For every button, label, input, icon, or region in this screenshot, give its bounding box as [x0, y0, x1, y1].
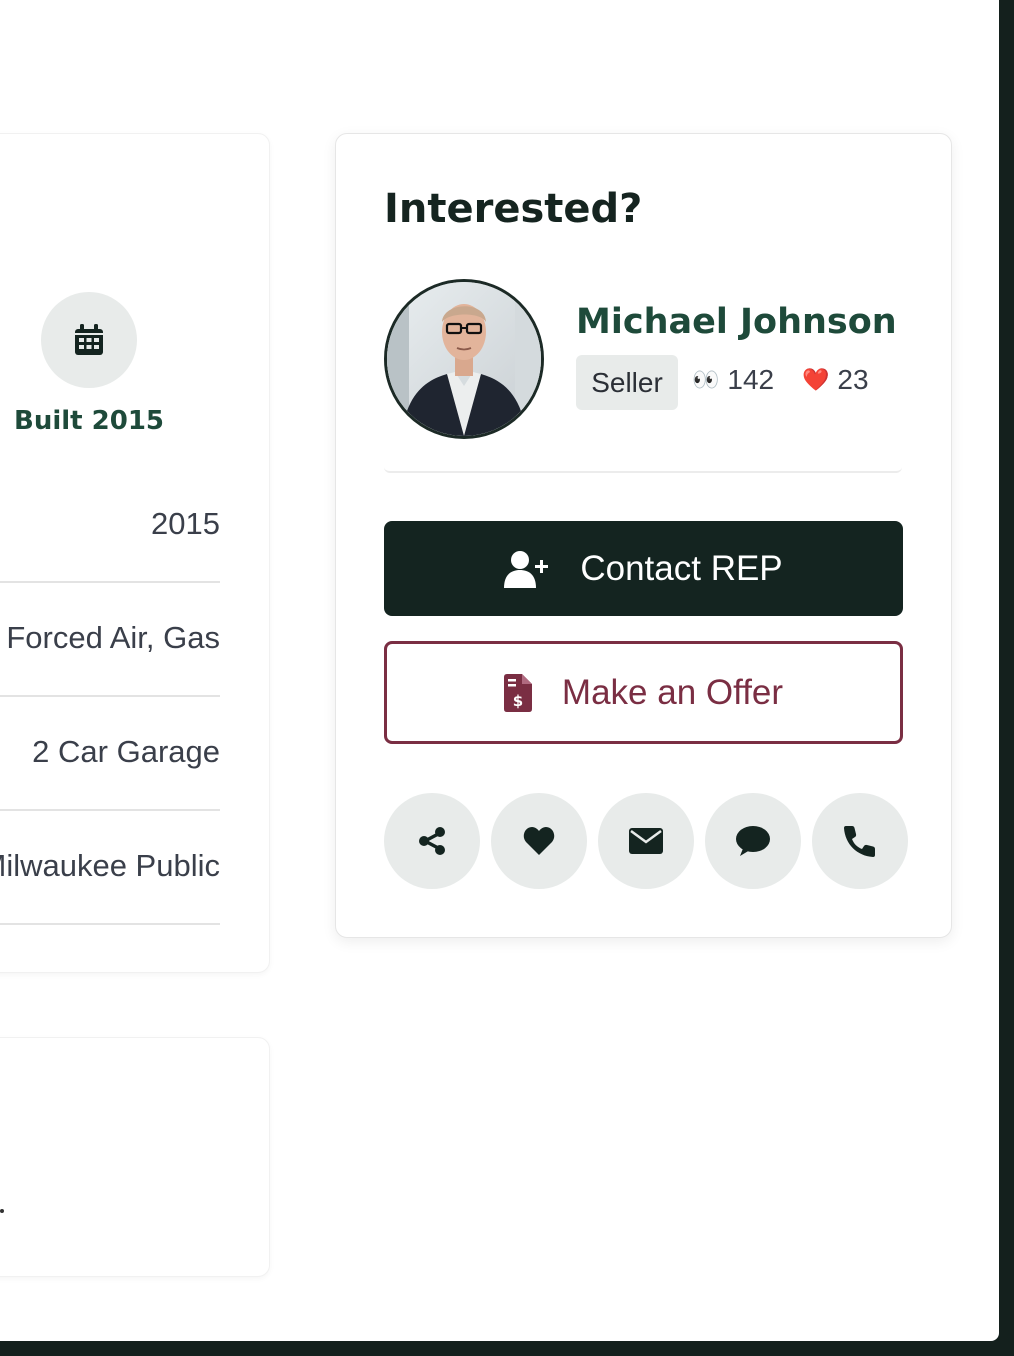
phone-icon: [844, 826, 875, 857]
likes-stat: ❤️ 23: [802, 364, 869, 396]
make-offer-label: Make an Offer: [561, 672, 784, 712]
rep-name[interactable]: Michael Johnson: [576, 302, 897, 342]
envelope-icon: [629, 828, 663, 854]
page: Built 2015 2015 Forced Air, Gas 2 Car Ga…: [0, 0, 999, 1341]
chat-button[interactable]: [705, 793, 801, 889]
feature-value-school: Milwaukee Public: [0, 809, 220, 925]
avatar[interactable]: [384, 279, 544, 439]
views-stat: 👀 142: [692, 364, 774, 396]
secondary-card: [0, 1037, 270, 1277]
contact-card: Interested? Michael Johnson Seller 👀 142…: [335, 133, 952, 938]
make-offer-button[interactable]: $ Make an Offer: [384, 641, 903, 744]
call-button[interactable]: [812, 793, 908, 889]
user-plus-icon: [504, 550, 549, 588]
svg-text:$: $: [513, 692, 523, 710]
agent-photo: [387, 282, 541, 436]
built-year-label: Built 2015: [14, 406, 164, 436]
profile-divider: [384, 467, 902, 473]
text-fragment: [0, 1209, 4, 1213]
built-year-icon-circle: [41, 292, 137, 388]
feature-value-year: 2015: [0, 467, 220, 583]
chat-icon: [736, 826, 770, 856]
card-title: Interested?: [384, 186, 643, 232]
likes-count: 23: [837, 364, 869, 395]
contact-rep-label: Contact REP: [580, 548, 783, 588]
heart-emoji-icon: ❤️: [802, 367, 830, 392]
share-button[interactable]: [384, 793, 480, 889]
email-button[interactable]: [598, 793, 694, 889]
role-badge: Seller: [576, 355, 678, 410]
views-count: 142: [727, 364, 775, 395]
favorite-button[interactable]: [491, 793, 587, 889]
calendar-icon: [75, 324, 103, 355]
feature-value-garage: 2 Car Garage: [0, 695, 220, 811]
eyes-icon: 👀: [692, 367, 720, 392]
invoice-dollar-icon: $: [503, 673, 532, 712]
share-icon: [419, 827, 445, 855]
heart-icon: [523, 827, 555, 855]
feature-value-heating: Forced Air, Gas: [0, 581, 220, 697]
contact-rep-button[interactable]: Contact REP: [384, 521, 903, 616]
